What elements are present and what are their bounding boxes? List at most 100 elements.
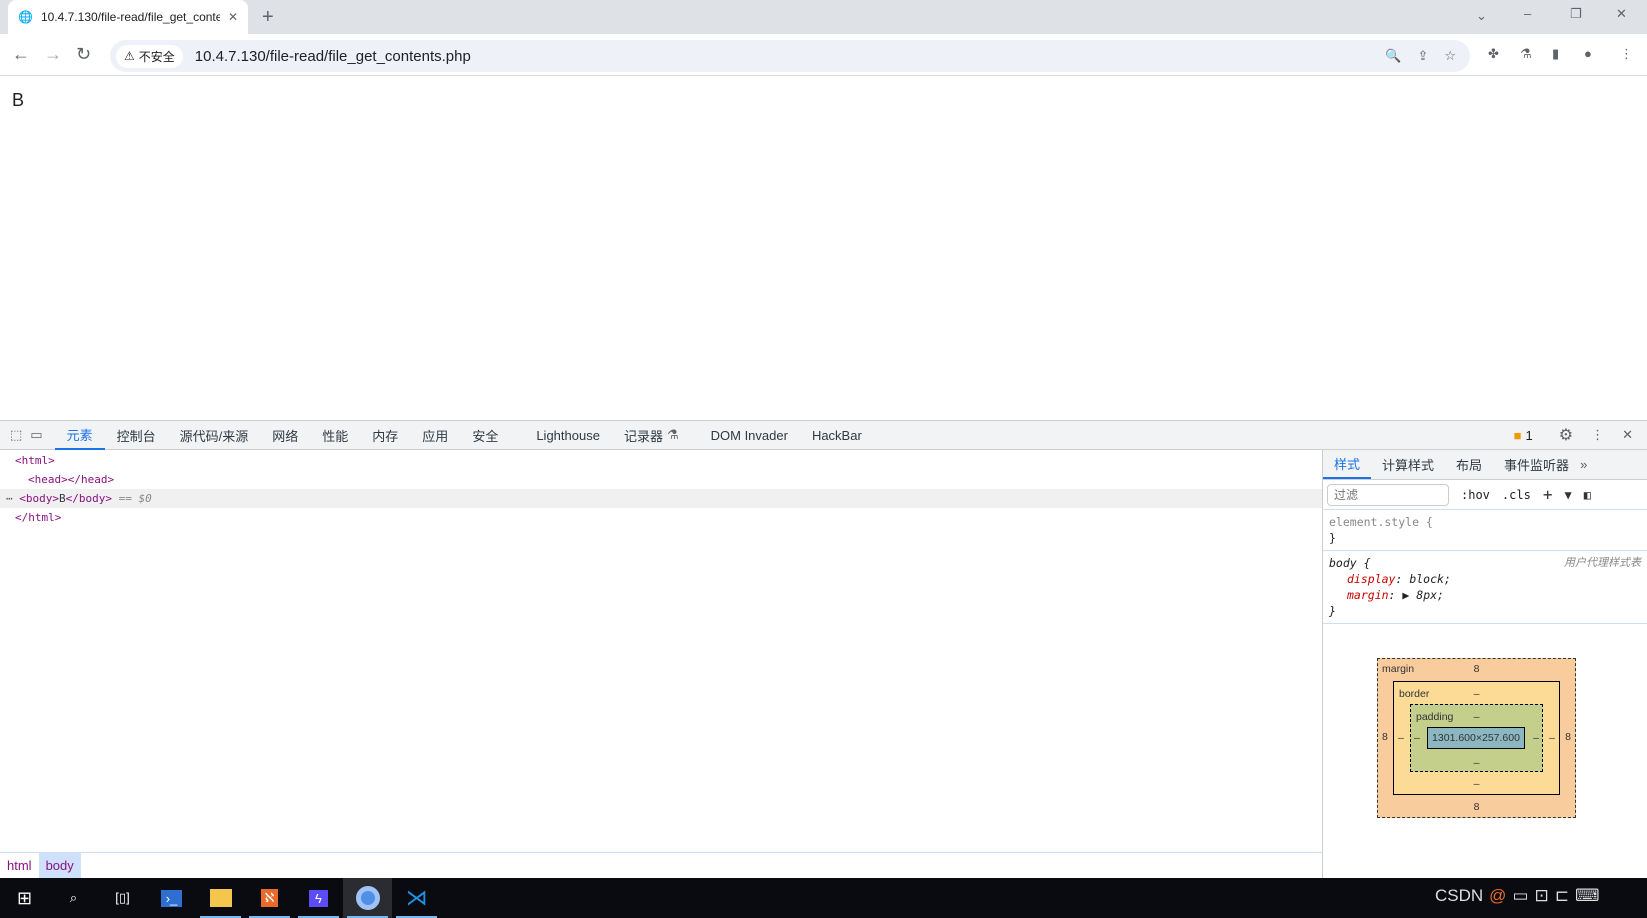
tab-dom-invader[interactable]: DOM Invader <box>699 421 800 450</box>
tab-styles[interactable]: 样式 <box>1323 450 1372 479</box>
tab-recorder[interactable]: 记录器 <box>612 421 675 450</box>
body-close-tag: </body> <box>65 492 112 505</box>
file-explorer-icon[interactable] <box>196 878 245 918</box>
margin-left[interactable]: 8 <box>1382 731 1388 743</box>
tab-memory[interactable]: 内存 <box>360 421 410 450</box>
issues-button[interactable]: ■ 1 <box>1514 428 1533 443</box>
padding-left[interactable]: – <box>1414 732 1420 744</box>
devtools-toolbar: ⬚ ▭ 元素 控制台 源代码/来源 网络 性能 内存 应用 安全 Lightho… <box>0 420 1647 450</box>
padding-right[interactable]: – <box>1533 732 1539 744</box>
element-style-selector: element.style { <box>1329 515 1433 529</box>
dom-node-body[interactable]: ⋯ <body>B</body> == $0 <box>0 489 1322 508</box>
inspect-element-icon[interactable]: ⬚ <box>10 427 22 443</box>
more-options-icon[interactable]: ⋮ <box>1591 427 1604 443</box>
windows-start-icon[interactable]: ⊞ <box>0 878 49 918</box>
tab-computed[interactable]: 计算样式 <box>1371 450 1445 479</box>
reload-icon[interactable]: ↻ <box>76 44 91 65</box>
powershell-icon[interactable]: ›_ <box>147 878 196 918</box>
bolt-app-icon[interactable]: ϟ <box>294 878 343 918</box>
toggle-sidebar-icon[interactable]: ◧ <box>1584 488 1591 502</box>
extensions-icon[interactable]: ✤ <box>1488 46 1499 62</box>
tab-search-icon[interactable]: ⌄ <box>1476 8 1487 24</box>
tab-security[interactable]: 安全 <box>460 421 510 450</box>
issues-count: 1 <box>1525 427 1533 443</box>
profile-icon[interactable]: ● <box>1584 46 1592 61</box>
close-tab-icon[interactable]: ✕ <box>228 10 238 24</box>
tray-network-icon[interactable]: ▭ <box>1512 886 1528 906</box>
element-style-rule: element.style { } <box>1323 510 1647 551</box>
paint-icon[interactable]: ▼ <box>1564 488 1571 502</box>
tab-elements[interactable]: 元素 <box>54 421 105 450</box>
tab-event-listeners[interactable]: 事件监听器 <box>1493 450 1580 479</box>
share-icon[interactable]: ⇪ <box>1417 48 1428 64</box>
tab-hackbar[interactable]: HackBar <box>800 421 874 450</box>
search-icon[interactable]: ⌕ <box>49 878 98 918</box>
dom-node-html[interactable]: <html> <box>0 451 1322 470</box>
vscode-icon[interactable]: ⋊ <box>392 878 441 918</box>
tab-console[interactable]: 控制台 <box>105 421 168 450</box>
margin-bottom[interactable]: 8 <box>1378 801 1575 813</box>
tray-app-icon[interactable]: @ <box>1489 886 1506 906</box>
tab-sources[interactable]: 源代码/来源 <box>168 421 261 450</box>
more-tabs-icon[interactable]: » <box>1580 457 1587 472</box>
issue-icon: ■ <box>1513 427 1522 443</box>
globe-icon: 🌐 <box>18 10 33 24</box>
tab-application[interactable]: 应用 <box>410 421 460 450</box>
breadcrumb-body[interactable]: body <box>38 853 81 878</box>
border-top[interactable]: – <box>1394 688 1559 700</box>
border-bottom[interactable]: – <box>1394 778 1559 790</box>
body-selector: body { <box>1329 556 1371 570</box>
margin-right[interactable]: 8 <box>1565 731 1571 743</box>
security-chip[interactable]: ⚠ 不安全 <box>116 44 183 68</box>
border-right[interactable]: – <box>1549 732 1555 744</box>
tab-performance[interactable]: 性能 <box>310 421 360 450</box>
border-left[interactable]: – <box>1398 732 1404 744</box>
xampp-icon[interactable]: ℵ <box>245 878 294 918</box>
elements-tree: <html> <head></head> ⋯ <body>B</body> ==… <box>0 450 1322 852</box>
device-toolbar-icon[interactable]: ▭ <box>30 427 42 443</box>
tab-network[interactable]: 网络 <box>260 421 310 450</box>
dom-node-head[interactable]: <head></head> <box>0 470 1322 489</box>
page-body-text: B <box>12 90 25 110</box>
close-window-icon[interactable]: ✕ <box>1616 6 1627 22</box>
padding-bottom[interactable]: – <box>1411 757 1542 769</box>
tab-lighthouse[interactable]: Lighthouse <box>524 421 612 450</box>
new-rule-icon[interactable]: + <box>1543 485 1553 504</box>
forward-icon[interactable]: → <box>44 44 62 65</box>
body-open-tag: <body> <box>19 492 59 505</box>
menu-icon[interactable]: ⋮ <box>1620 46 1633 62</box>
breadcrumb: html body <box>0 852 1322 878</box>
tab-layout[interactable]: 布局 <box>1445 450 1493 479</box>
chrome-icon[interactable] <box>343 878 392 918</box>
padding-top[interactable]: – <box>1411 711 1542 723</box>
restore-icon[interactable]: ❐ <box>1570 6 1582 22</box>
bookmark-star-icon[interactable]: ☆ <box>1444 48 1456 64</box>
expand-triangle-icon[interactable]: ▶ <box>1402 588 1409 602</box>
dom-node-html-close[interactable]: </html> <box>0 508 1322 527</box>
tray-usb-icon[interactable]: ⊡ <box>1535 886 1549 906</box>
margin-top[interactable]: 8 <box>1378 663 1575 675</box>
security-label: 不安全 <box>138 49 175 64</box>
content-box[interactable]: 1301.600×257.600 <box>1427 727 1525 749</box>
node-actions-icon[interactable]: ⋯ <box>6 492 19 505</box>
tray-ime-icon[interactable]: ⌨ <box>1575 886 1600 906</box>
user-agent-label: 用户代理样式表 <box>1564 556 1641 569</box>
close-devtools-icon[interactable]: ✕ <box>1622 427 1633 443</box>
address-bar[interactable]: ⚠ 不安全 10.4.7.130/file-read/file_get_conte… <box>110 40 1470 72</box>
breadcrumb-html[interactable]: html <box>0 853 39 878</box>
back-icon[interactable]: ← <box>12 44 30 65</box>
browser-tab[interactable]: 🌐 10.4.7.130/file-read/file_get_contents… <box>8 0 248 34</box>
cls-toggle[interactable]: .cls <box>1502 488 1531 502</box>
tray-display-icon[interactable]: ⊏ <box>1555 886 1569 906</box>
new-tab-icon[interactable]: + <box>262 6 274 29</box>
styles-filter-input[interactable] <box>1327 483 1449 506</box>
labs-icon[interactable]: ⚗ <box>1520 46 1532 62</box>
box-model-diagram: margin 8 8 8 8 border – – – – padding – … <box>1377 658 1576 818</box>
minimize-icon[interactable]: – <box>1524 6 1531 21</box>
zoom-icon[interactable]: 🔍 <box>1385 48 1401 64</box>
hov-toggle[interactable]: :hov <box>1461 488 1490 502</box>
settings-gear-icon[interactable]: ⚙ <box>1559 425 1573 445</box>
url-text[interactable]: 10.4.7.130/file-read/file_get_contents.p… <box>195 48 471 65</box>
task-view-icon[interactable]: [▯] <box>98 878 147 918</box>
side-panel-icon[interactable]: ▮ <box>1552 46 1559 62</box>
